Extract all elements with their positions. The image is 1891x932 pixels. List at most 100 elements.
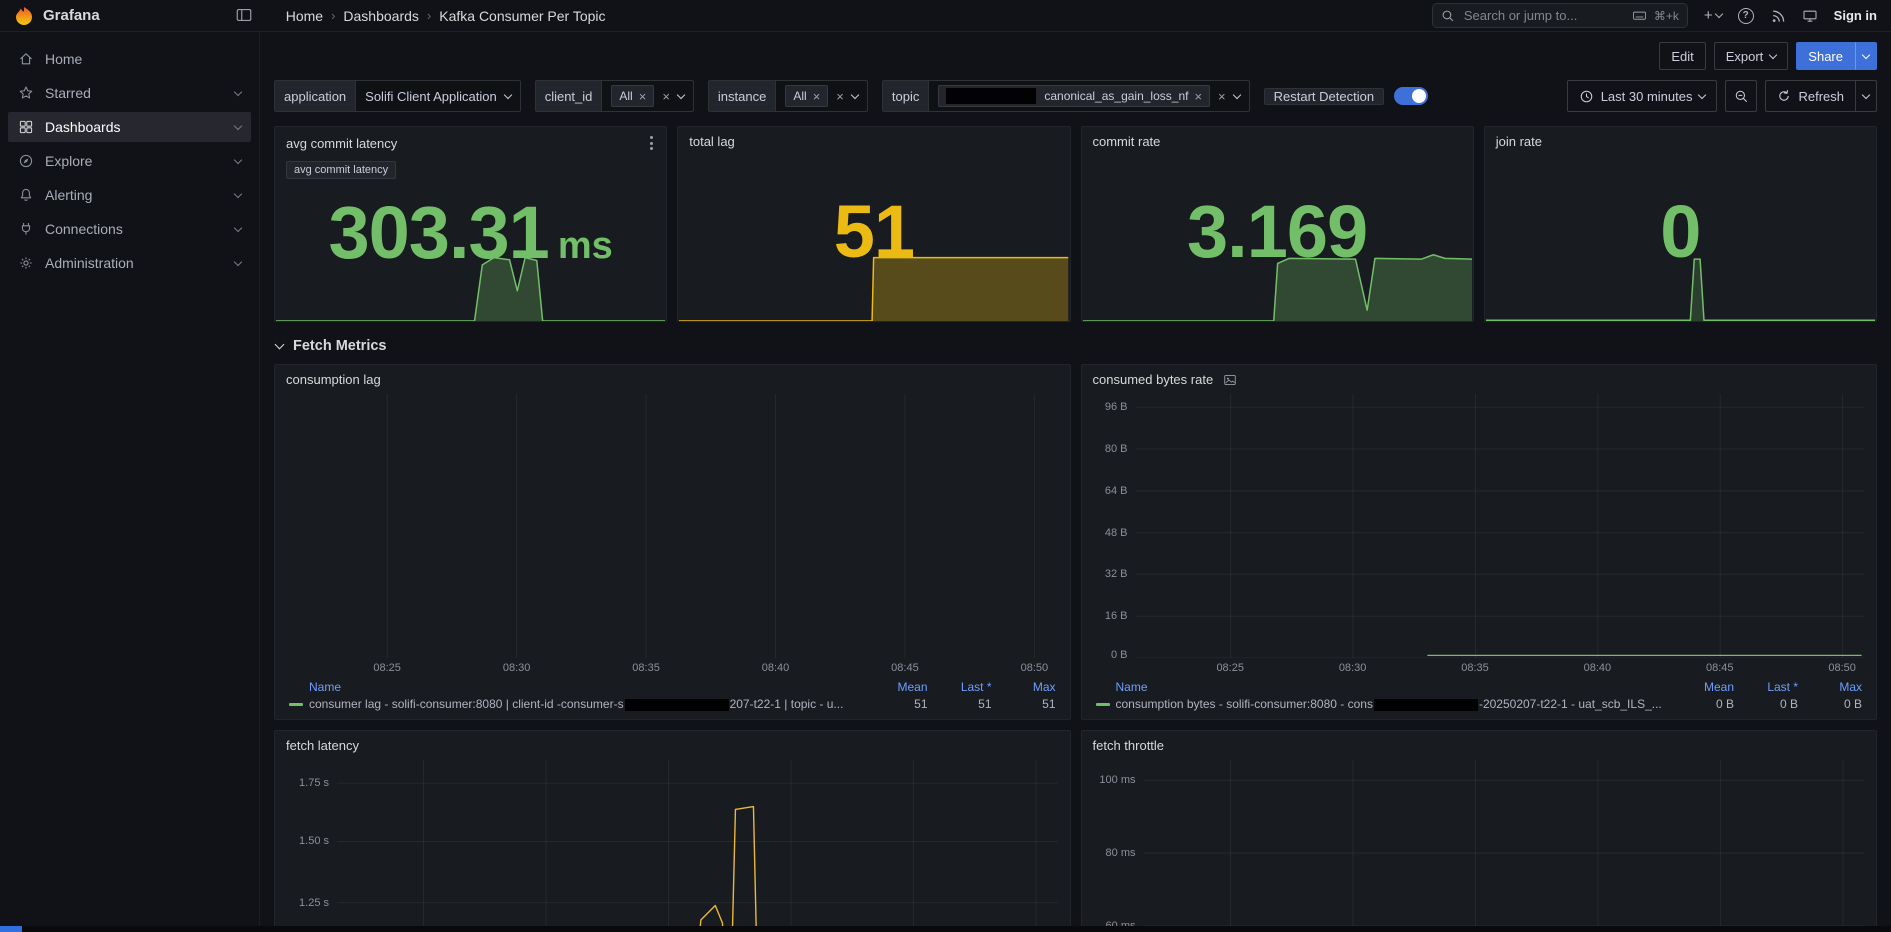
search-input[interactable] <box>1462 7 1625 24</box>
selected-chip[interactable]: canonical_as_gain_loss_nf× <box>938 85 1210 107</box>
clear-icon[interactable]: × <box>662 90 670 103</box>
y-axis: 1.75 s 1.50 s 1.25 s 1 s 750 ms <box>287 760 337 932</box>
add-new-button[interactable]: + <box>1704 7 1722 24</box>
sidebar-item-connections[interactable]: Connections <box>8 214 251 244</box>
sidebar-item-administration[interactable]: Administration <box>8 248 251 278</box>
redaction-box <box>1374 699 1478 711</box>
sidebar-item-starred[interactable]: Starred <box>8 78 251 108</box>
x-tick: 08:40 <box>1584 662 1612 674</box>
panel-header[interactable]: total lag <box>678 127 1069 152</box>
panel-menu-icon[interactable] <box>648 134 655 152</box>
selected-chip[interactable]: All× <box>611 85 654 107</box>
sidebar-item-dashboards[interactable]: Dashboards <box>8 112 251 142</box>
legend-header-max[interactable]: Max <box>1798 680 1862 694</box>
selected-chip[interactable]: All× <box>785 85 828 107</box>
instance-select[interactable]: All× × <box>775 80 868 112</box>
consumed-bytes-plot[interactable] <box>1136 394 1865 658</box>
fetch-throttle-plot[interactable] <box>1144 760 1865 932</box>
sidebar-item-explore[interactable]: Explore <box>8 146 251 176</box>
application-select[interactable]: Solifi Client Application <box>355 80 521 112</box>
refresh-interval-button[interactable] <box>1856 80 1877 112</box>
series-legend-chip[interactable]: avg commit latency <box>286 161 396 179</box>
search-box[interactable]: ⌘+k <box>1432 3 1688 28</box>
zoom-out-button[interactable] <box>1725 80 1757 112</box>
share-menu-button[interactable] <box>1855 42 1877 70</box>
chip-close-icon[interactable]: × <box>1194 90 1202 103</box>
plus-icon: + <box>1704 7 1713 24</box>
news-button[interactable] <box>1770 8 1786 24</box>
display-button[interactable] <box>1802 8 1818 24</box>
time-range-picker[interactable]: Last 30 minutes <box>1567 80 1718 112</box>
chevron-down-icon <box>1769 50 1777 58</box>
y-axis: 96 B 80 B 64 B 48 B 32 B 16 B 0 B <box>1094 394 1136 658</box>
topic-select[interactable]: canonical_as_gain_loss_nf× × <box>928 80 1249 112</box>
taskbar-accent <box>0 926 22 932</box>
x-tick: 08:35 <box>1461 662 1489 674</box>
clear-icon[interactable]: × <box>1218 90 1226 103</box>
panel-header[interactable]: consumed bytes rate <box>1082 365 1877 390</box>
y-tick: 80 B <box>1105 443 1128 455</box>
series-mean: 51 <box>864 697 928 711</box>
legend-header-last[interactable]: Last * <box>1734 680 1798 694</box>
breadcrumb-home[interactable]: Home <box>286 8 323 24</box>
help-button[interactable]: ? <box>1738 8 1754 24</box>
y-tick: 1.25 s <box>299 897 329 909</box>
breadcrumb-separator: › <box>427 8 431 23</box>
panel-header[interactable]: fetch latency <box>275 731 1070 756</box>
export-button[interactable]: Export <box>1714 42 1789 70</box>
legend: Name Mean Last * Max consumer lag - soli… <box>287 676 1058 711</box>
panel-fetch-latency: fetch latency 1.75 s 1.50 s 1.25 s 1 s 7… <box>274 730 1071 932</box>
y-tick: 1.50 s <box>299 835 329 847</box>
legend-row[interactable]: consumer lag - solifi-consumer:8080 | cl… <box>289 697 1056 711</box>
panel-header[interactable]: join rate <box>1485 127 1876 152</box>
sign-in-link[interactable]: Sign in <box>1834 8 1877 23</box>
chevron-down-icon <box>275 340 285 350</box>
y-tick: 80 ms <box>1106 847 1136 859</box>
panel-consumed-bytes-rate: consumed bytes rate 96 B 80 B 64 B 48 B … <box>1081 364 1878 720</box>
x-tick: 08:45 <box>891 662 919 674</box>
panel-header[interactable]: consumption lag <box>275 365 1070 390</box>
panel-title: join rate <box>1496 134 1542 149</box>
timeseries-body: 1.75 s 1.50 s 1.25 s 1 s 750 ms <box>275 756 1070 932</box>
legend-header-mean[interactable]: Mean <box>1670 680 1734 694</box>
consumption-lag-plot[interactable] <box>287 394 1058 658</box>
legend-header-mean[interactable]: Mean <box>864 680 928 694</box>
chip-close-icon[interactable]: × <box>639 90 647 103</box>
legend-row[interactable]: consumption bytes - solifi-consumer:8080… <box>1096 697 1863 711</box>
panel-header[interactable]: commit rate <box>1082 127 1473 152</box>
panel-image-icon[interactable] <box>1223 373 1237 387</box>
star-icon <box>18 85 34 101</box>
variable-label: client_id <box>535 80 602 112</box>
x-tick: 08:40 <box>762 662 790 674</box>
stat-body: 3.169 <box>1082 152 1473 321</box>
sidebar-item-alerting[interactable]: Alerting <box>8 180 251 210</box>
y-tick: 48 B <box>1105 527 1128 539</box>
edit-button[interactable]: Edit <box>1659 42 1705 70</box>
redaction-box <box>946 88 1036 104</box>
legend-header-max[interactable]: Max <box>992 680 1056 694</box>
stat-panels-row: avg commit latency avg commit latency 30… <box>274 126 1877 322</box>
share-button[interactable]: Share <box>1796 42 1855 70</box>
row-fetch-metrics[interactable]: Fetch Metrics <box>274 338 1877 354</box>
sidebar-toggle-icon[interactable] <box>235 6 253 24</box>
breadcrumb: Home › Dashboards › Kafka Consumer Per T… <box>286 8 606 24</box>
panel-title: fetch latency <box>286 738 359 753</box>
x-tick: 08:30 <box>1339 662 1367 674</box>
fetch-latency-plot[interactable] <box>337 760 1058 932</box>
restart-detection-toggle[interactable] <box>1394 87 1428 105</box>
refresh-button[interactable]: Refresh <box>1765 80 1856 112</box>
sidebar-item-home[interactable]: Home <box>8 44 251 74</box>
legend-header-name[interactable]: Name <box>289 680 864 694</box>
breadcrumb-dashboards[interactable]: Dashboards <box>343 8 419 24</box>
chip-close-icon[interactable]: × <box>813 90 821 103</box>
panel-title: consumption lag <box>286 372 381 387</box>
clear-icon[interactable]: × <box>836 90 844 103</box>
series-color-swatch <box>1096 703 1110 706</box>
legend-header-name[interactable]: Name <box>1096 680 1671 694</box>
legend-header-last[interactable]: Last * <box>928 680 992 694</box>
panel-header[interactable]: fetch throttle <box>1082 731 1877 756</box>
grafana-logo-icon[interactable] <box>14 6 34 26</box>
panel-header[interactable]: avg commit latency <box>275 127 666 155</box>
panel-join-rate: join rate 0 <box>1484 126 1877 322</box>
client-id-select[interactable]: All× × <box>601 80 694 112</box>
